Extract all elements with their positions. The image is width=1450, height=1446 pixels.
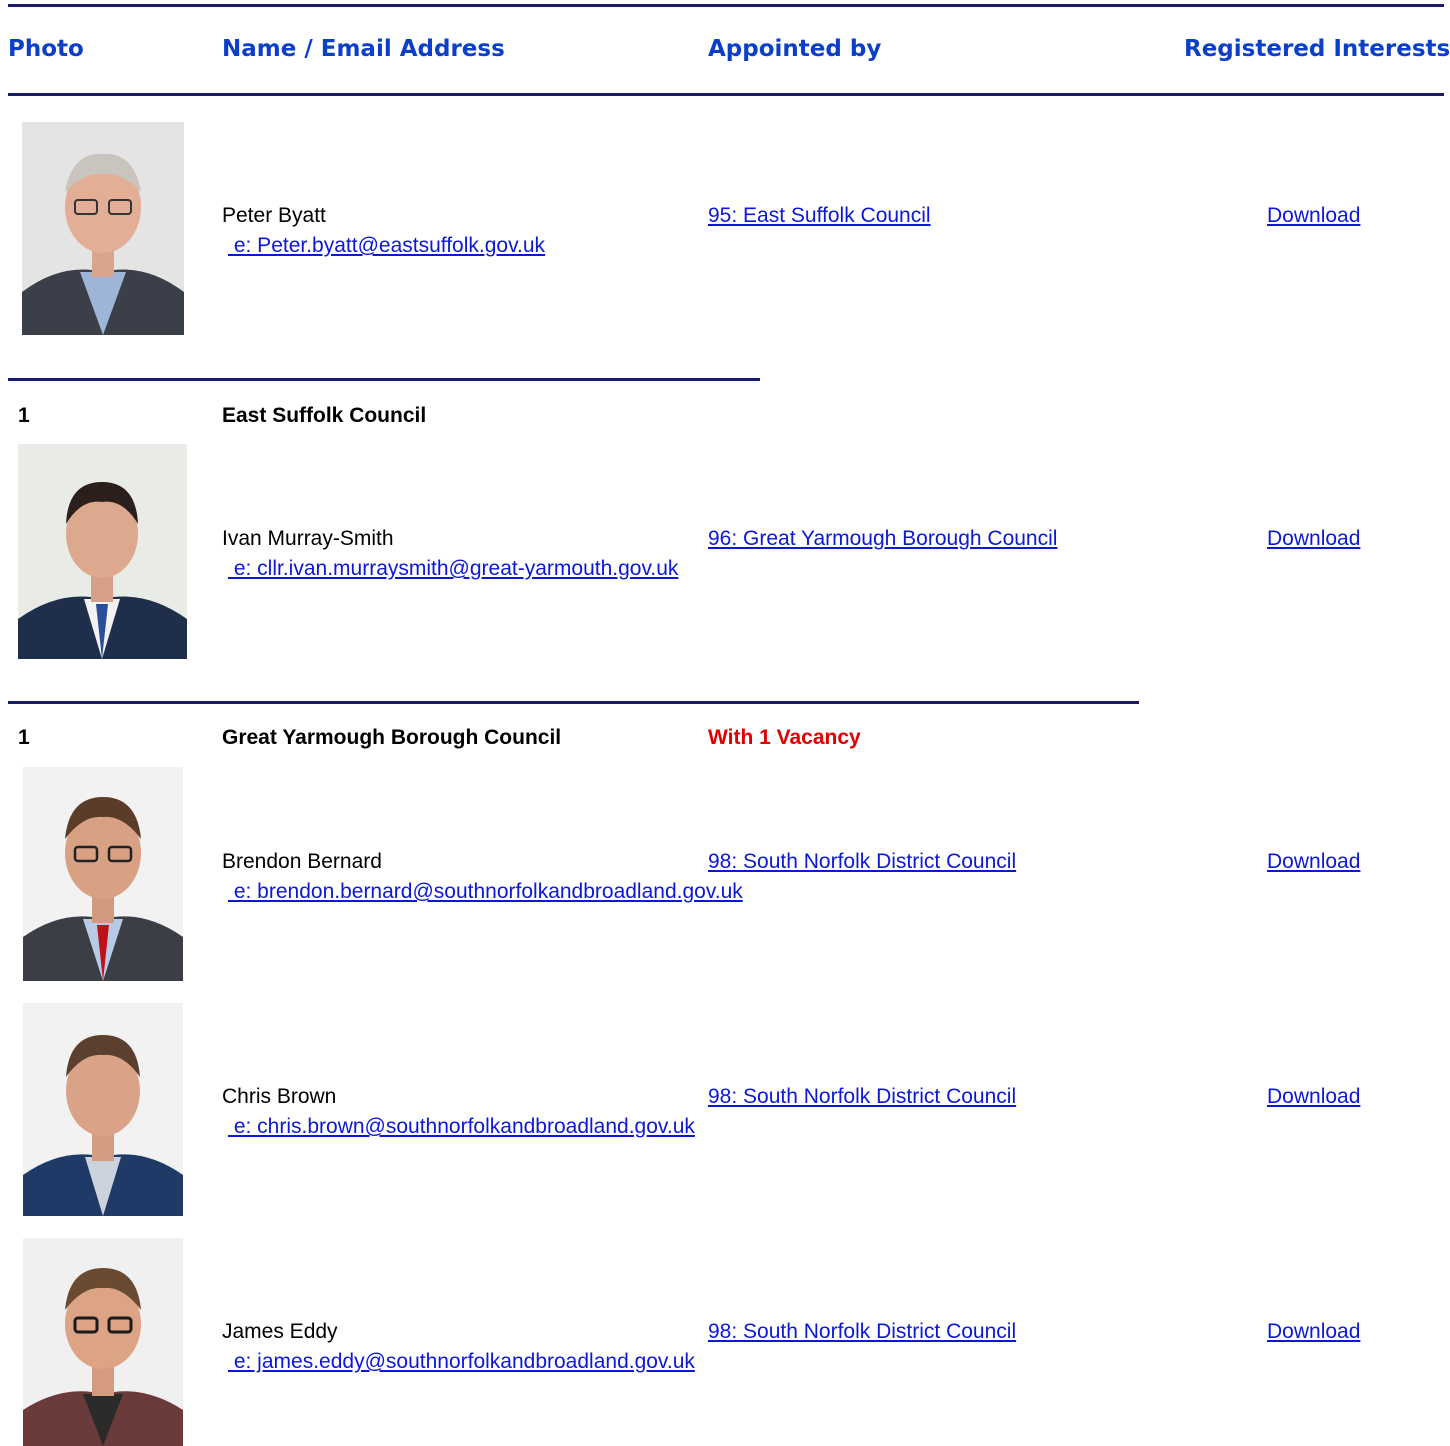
- member-email-link[interactable]: e: cllr.ivan.murraysmith@great-yarmouth.…: [228, 557, 679, 581]
- group-name: Great Yarmough Borough Council: [222, 726, 562, 749]
- member-photo: [23, 1238, 183, 1446]
- member-name: James Eddy: [222, 1320, 338, 1343]
- member-email-link[interactable]: e: chris.brown@southnorfolkandbroadland.…: [228, 1115, 695, 1139]
- interests-download-link[interactable]: Download: [1267, 527, 1360, 551]
- member-email-link[interactable]: e: brendon.bernard@southnorfolkandbroadl…: [228, 880, 743, 904]
- member-photo: [22, 122, 184, 335]
- group-rule: [8, 378, 760, 381]
- member-name: Peter Byatt: [222, 204, 326, 227]
- person-icon: [23, 1238, 183, 1446]
- person-icon: [23, 1003, 183, 1216]
- group-count: 1: [18, 726, 30, 749]
- member-name: Ivan Murray-Smith: [222, 527, 394, 550]
- member-email-link[interactable]: e: Peter.byatt@eastsuffolk.gov.uk: [228, 234, 545, 258]
- person-icon: [18, 444, 187, 659]
- appointed-by-link[interactable]: 98: South Norfolk District Council: [708, 850, 1016, 874]
- person-icon: [23, 767, 183, 981]
- member-photo: [18, 444, 187, 659]
- interests-download-link[interactable]: Download: [1267, 850, 1360, 874]
- appointed-by-link[interactable]: 95: East Suffolk Council: [708, 204, 931, 228]
- interests-download-link[interactable]: Download: [1267, 204, 1360, 228]
- vacancy-notice: With 1 Vacancy: [708, 726, 861, 749]
- person-icon: [22, 122, 184, 335]
- group-count: 1: [18, 404, 30, 427]
- appointed-by-link[interactable]: 98: South Norfolk District Council: [708, 1085, 1016, 1109]
- member-photo: [23, 1003, 183, 1216]
- header-photo: Photo: [8, 36, 84, 62]
- header-registered-interests: Registered Interests: [1184, 36, 1450, 62]
- appointed-by-link[interactable]: 98: South Norfolk District Council: [708, 1320, 1016, 1344]
- header-rule: [8, 93, 1444, 96]
- group-rule: [8, 701, 1139, 704]
- member-photo: [23, 767, 183, 981]
- appointed-by-link[interactable]: 96: Great Yarmough Borough Council: [708, 527, 1057, 551]
- header-name-email: Name / Email Address: [222, 36, 505, 62]
- header-appointed-by: Appointed by: [708, 36, 882, 62]
- member-name: Chris Brown: [222, 1085, 337, 1108]
- top-rule: [8, 4, 1444, 7]
- interests-download-link[interactable]: Download: [1267, 1320, 1360, 1344]
- member-email-link[interactable]: e: james.eddy@southnorfolkandbroadland.g…: [228, 1350, 695, 1374]
- group-name: East Suffolk Council: [222, 404, 427, 427]
- member-name: Brendon Bernard: [222, 850, 382, 873]
- interests-download-link[interactable]: Download: [1267, 1085, 1360, 1109]
